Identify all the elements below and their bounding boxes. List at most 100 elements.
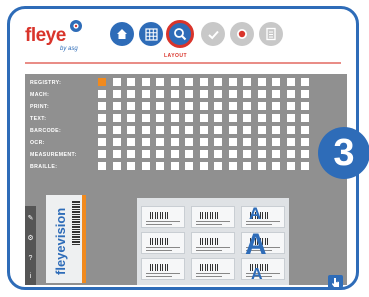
grid-cell[interactable] bbox=[228, 90, 237, 98]
pencil-icon[interactable]: ✎ bbox=[26, 214, 35, 223]
grid-cell[interactable] bbox=[199, 126, 208, 134]
grid-cell[interactable] bbox=[127, 162, 135, 170]
grid-cell[interactable] bbox=[199, 102, 208, 110]
grid-cell[interactable] bbox=[243, 162, 251, 170]
grid-cell[interactable] bbox=[228, 78, 237, 86]
grid-cell[interactable] bbox=[214, 78, 222, 86]
grid-cell[interactable] bbox=[112, 78, 121, 86]
grid-cell[interactable] bbox=[112, 102, 121, 110]
grid-cell[interactable] bbox=[228, 126, 237, 134]
grid-cell[interactable] bbox=[156, 102, 164, 110]
nav-layout-button[interactable] bbox=[166, 20, 194, 48]
hand-pointer-button[interactable] bbox=[328, 275, 343, 287]
grid-cell[interactable] bbox=[243, 126, 251, 134]
grid-cell[interactable] bbox=[185, 126, 193, 134]
grid-cell[interactable] bbox=[199, 90, 208, 98]
grid-cell[interactable] bbox=[170, 162, 179, 170]
grid-cell[interactable] bbox=[286, 102, 295, 110]
grid-cell[interactable] bbox=[98, 138, 106, 146]
grid-cell[interactable] bbox=[272, 78, 280, 86]
grid-cell[interactable] bbox=[228, 114, 237, 122]
grid-cell[interactable] bbox=[141, 162, 150, 170]
grid-cell[interactable] bbox=[185, 78, 193, 86]
grid-cell[interactable] bbox=[156, 138, 164, 146]
grid-cell[interactable] bbox=[243, 102, 251, 110]
grid-cell[interactable] bbox=[214, 138, 222, 146]
grid-cell[interactable] bbox=[185, 138, 193, 146]
grid-cell[interactable] bbox=[185, 102, 193, 110]
grid-cell[interactable] bbox=[112, 162, 121, 170]
grid-cell[interactable] bbox=[112, 114, 121, 122]
grid-cell[interactable] bbox=[301, 126, 309, 134]
grid-cell[interactable] bbox=[170, 78, 179, 86]
grid-cell[interactable] bbox=[98, 126, 106, 134]
grid-cell[interactable] bbox=[272, 90, 280, 98]
grid-cell[interactable] bbox=[112, 126, 121, 134]
grid-cell[interactable] bbox=[286, 150, 295, 158]
grid-cell[interactable] bbox=[286, 126, 295, 134]
grid-cell[interactable] bbox=[272, 138, 280, 146]
grid-cell[interactable] bbox=[98, 162, 106, 170]
grid-cell[interactable] bbox=[286, 90, 295, 98]
grid-cell[interactable] bbox=[141, 126, 150, 134]
grid-cell[interactable] bbox=[112, 90, 121, 98]
grid-cell[interactable] bbox=[141, 90, 150, 98]
grid-cell[interactable] bbox=[214, 126, 222, 134]
grid-cell[interactable] bbox=[257, 150, 266, 158]
grid-cell[interactable] bbox=[170, 150, 179, 158]
grid-cell[interactable] bbox=[214, 150, 222, 158]
gear-icon[interactable]: ⚙ bbox=[26, 234, 35, 243]
grid-cell[interactable] bbox=[141, 102, 150, 110]
grid-cell[interactable] bbox=[199, 78, 208, 86]
nav-home-button[interactable] bbox=[110, 22, 134, 46]
grid-cell[interactable] bbox=[286, 78, 295, 86]
grid-cell[interactable] bbox=[257, 138, 266, 146]
grid-cell[interactable] bbox=[170, 138, 179, 146]
grid-cell[interactable] bbox=[301, 150, 309, 158]
grid-cell[interactable] bbox=[199, 138, 208, 146]
grid-cell[interactable] bbox=[170, 90, 179, 98]
grid-cell[interactable] bbox=[156, 150, 164, 158]
grid-cell[interactable] bbox=[98, 102, 106, 110]
grid-cell[interactable] bbox=[286, 162, 295, 170]
grid-cell[interactable] bbox=[301, 102, 309, 110]
grid-cell[interactable] bbox=[185, 162, 193, 170]
grid-cell[interactable] bbox=[98, 114, 106, 122]
grid-cell[interactable] bbox=[243, 138, 251, 146]
nav-check-button[interactable] bbox=[201, 22, 225, 46]
grid-cell[interactable] bbox=[214, 162, 222, 170]
grid-cell[interactable] bbox=[156, 114, 164, 122]
grid-cell[interactable] bbox=[127, 150, 135, 158]
grid-cell[interactable] bbox=[214, 102, 222, 110]
grid-cell[interactable] bbox=[112, 150, 121, 158]
grid-cell[interactable] bbox=[272, 126, 280, 134]
nav-document-button[interactable] bbox=[259, 22, 283, 46]
grid-cell[interactable] bbox=[257, 102, 266, 110]
grid-cell[interactable] bbox=[199, 162, 208, 170]
grid-cell[interactable] bbox=[301, 90, 309, 98]
grid-cell[interactable] bbox=[228, 102, 237, 110]
grid-cell[interactable] bbox=[156, 162, 164, 170]
grid-cell[interactable] bbox=[257, 162, 266, 170]
grid-cell[interactable] bbox=[272, 114, 280, 122]
grid-cell[interactable] bbox=[257, 78, 266, 86]
grid-cell[interactable] bbox=[272, 162, 280, 170]
grid-cell[interactable] bbox=[127, 78, 135, 86]
grid-cell[interactable] bbox=[170, 126, 179, 134]
grid-cell[interactable] bbox=[185, 114, 193, 122]
grid-cell[interactable] bbox=[170, 102, 179, 110]
grid-cell[interactable] bbox=[257, 114, 266, 122]
grid-cell[interactable] bbox=[301, 162, 309, 170]
grid-cell[interactable] bbox=[243, 90, 251, 98]
grid-cell[interactable] bbox=[98, 78, 106, 86]
grid-cell[interactable] bbox=[127, 90, 135, 98]
grid-cell[interactable] bbox=[199, 150, 208, 158]
grid-cell[interactable] bbox=[257, 126, 266, 134]
grid-cell[interactable] bbox=[228, 138, 237, 146]
grid-cell[interactable] bbox=[127, 114, 135, 122]
grid-cell[interactable] bbox=[98, 90, 106, 98]
grid-cell[interactable] bbox=[156, 126, 164, 134]
grid-cell[interactable] bbox=[141, 138, 150, 146]
help-icon[interactable]: ? bbox=[26, 254, 35, 263]
grid-cell[interactable] bbox=[243, 78, 251, 86]
